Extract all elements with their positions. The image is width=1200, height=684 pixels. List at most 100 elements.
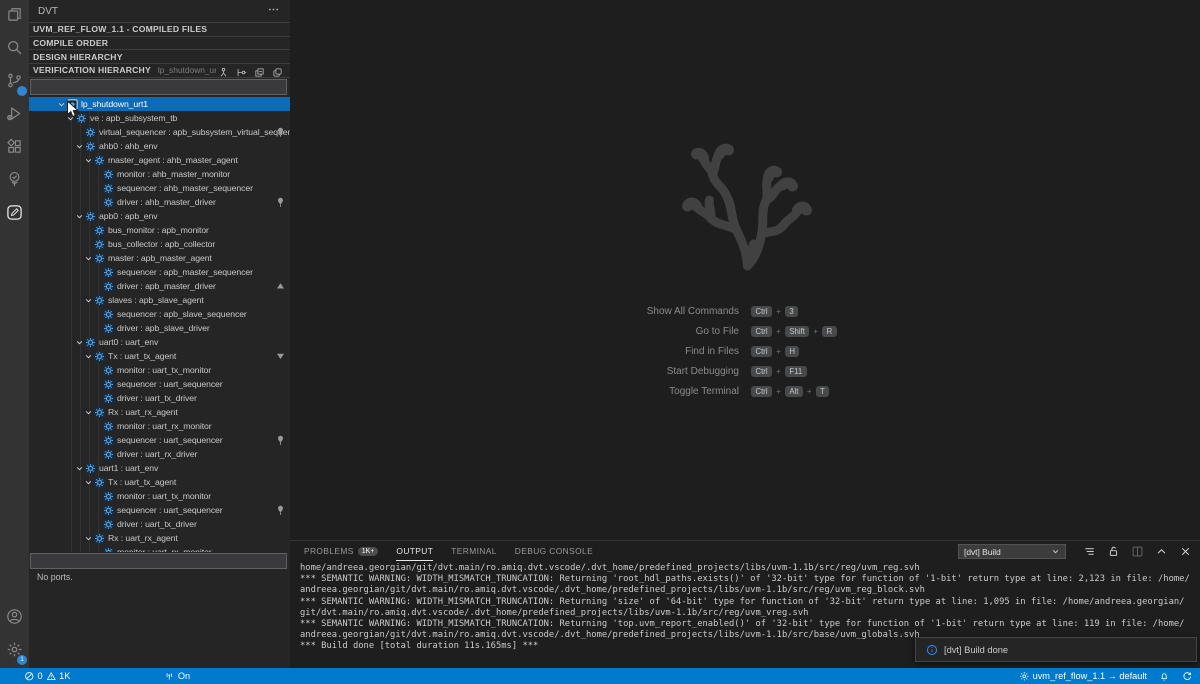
tree-item-label: uart1 : uart_env bbox=[99, 463, 158, 473]
tree-item-slaves[interactable]: slaves : apb_slave_agent bbox=[29, 293, 290, 307]
stack-icon[interactable] bbox=[272, 65, 283, 76]
tree-item-sequencer[interactable]: sequencer : uart_sequencer bbox=[29, 433, 290, 447]
activity-settings[interactable]: 1 bbox=[0, 635, 29, 668]
tree-item-sequencer[interactable]: sequencer : ahb_master_sequencer bbox=[29, 181, 290, 195]
tree-item-master_agent[interactable]: master_agent : ahb_master_agent bbox=[29, 153, 290, 167]
activity-dvt-tools[interactable] bbox=[0, 165, 29, 198]
tree-item-master[interactable]: master : apb_master_agent bbox=[29, 251, 290, 265]
triangle-up-icon[interactable] bbox=[276, 281, 285, 291]
account-icon bbox=[6, 608, 23, 630]
bell-icon[interactable] bbox=[1159, 671, 1170, 682]
chevron-down-icon[interactable] bbox=[84, 533, 94, 543]
tree-item-Rx[interactable]: Rx : uart_rx_agent bbox=[29, 405, 290, 419]
tree-item-driver[interactable]: driver : uart_tx_driver bbox=[29, 517, 290, 531]
activity-extensions[interactable] bbox=[0, 132, 29, 165]
keybinding-key: H bbox=[785, 346, 800, 357]
component-icon bbox=[103, 505, 114, 516]
tree-item-label: slaves : apb_slave_agent bbox=[108, 295, 204, 305]
tree-item-ve[interactable]: ve : apb_subsystem_tb bbox=[29, 111, 290, 125]
tree-item-ahb0[interactable]: ahb0 : ahb_env bbox=[29, 139, 290, 153]
tree-item-uart0[interactable]: uart0 : uart_env bbox=[29, 335, 290, 349]
tree-item-monitor[interactable]: monitor : uart_tx_monitor bbox=[29, 363, 290, 377]
notification-text: [dvt] Build done bbox=[944, 645, 1008, 655]
chevron-down-icon[interactable] bbox=[84, 155, 94, 165]
tab-label: DEBUG CONSOLE bbox=[515, 546, 593, 556]
unlock-scroll-icon[interactable] bbox=[1107, 545, 1120, 558]
pin-icon[interactable] bbox=[276, 127, 285, 137]
chevron-down-icon[interactable] bbox=[75, 141, 85, 151]
chevron-down-icon[interactable] bbox=[66, 113, 76, 123]
tree-item-Rx[interactable]: Rx : uart_rx_agent bbox=[29, 531, 290, 545]
tree-item-driver[interactable]: driver : uart_rx_driver bbox=[29, 447, 290, 461]
tree-item-sequencer[interactable]: sequencer : apb_slave_sequencer bbox=[29, 307, 290, 321]
chevron-down-icon[interactable] bbox=[84, 253, 94, 263]
open-in-editor-icon[interactable] bbox=[1131, 545, 1144, 558]
dvt-engine-status[interactable]: On bbox=[164, 671, 190, 682]
ports-filter-input[interactable] bbox=[30, 553, 287, 569]
close-panel-icon[interactable] bbox=[1179, 545, 1192, 558]
tree-item-sequencer[interactable]: sequencer : apb_master_sequencer bbox=[29, 265, 290, 279]
hierarchy-filter-input[interactable] bbox=[30, 79, 287, 95]
activity-account[interactable] bbox=[0, 602, 29, 635]
tree-item-label: sequencer : uart_sequencer bbox=[117, 379, 223, 389]
hierarchy-icon[interactable] bbox=[218, 65, 229, 76]
tree-item-lp_shutdown_urt1[interactable]: lp_shutdown_urt1 bbox=[29, 97, 290, 111]
chevron-down-icon[interactable] bbox=[75, 463, 85, 473]
tab-problems[interactable]: PROBLEMS1K+ bbox=[304, 542, 378, 561]
clear-output-icon[interactable] bbox=[1083, 545, 1096, 558]
activity-dvt-edit[interactable] bbox=[0, 198, 29, 231]
tree-item-Tx[interactable]: Tx : uart_tx_agent bbox=[29, 475, 290, 489]
tree-item-monitor[interactable]: monitor : ahb_master_monitor bbox=[29, 167, 290, 181]
section-uvm-ref-flow-1-1-compiled-files[interactable]: UVM_REF_FLOW_1.1 - COMPILED FILES bbox=[29, 23, 290, 37]
chevron-down-icon[interactable] bbox=[75, 337, 85, 347]
triangle-down-icon[interactable] bbox=[276, 351, 285, 361]
section-design-hierarchy[interactable]: DESIGN HIERARCHY bbox=[29, 50, 290, 64]
tree-item-monitor[interactable]: monitor : uart_rx_monitor bbox=[29, 545, 290, 552]
tree-item-driver[interactable]: driver : apb_master_driver bbox=[29, 279, 290, 293]
pin-icon[interactable] bbox=[276, 435, 285, 445]
pin-icon[interactable] bbox=[276, 505, 285, 515]
tab-output[interactable]: OUTPUT bbox=[396, 542, 433, 561]
chevron-down-icon[interactable] bbox=[75, 211, 85, 221]
pin-icon[interactable] bbox=[276, 197, 285, 207]
chevron-down-icon[interactable] bbox=[84, 295, 94, 305]
more-actions-icon[interactable] bbox=[267, 3, 280, 19]
chevron-down-icon[interactable] bbox=[57, 99, 67, 109]
tab-debug-console[interactable]: DEBUG CONSOLE bbox=[515, 542, 593, 561]
section-verification-hierarchy[interactable]: VERIFICATION HIERARCHYlp_shutdown_urt1 bbox=[29, 64, 290, 78]
chevron-down-icon[interactable] bbox=[84, 407, 94, 417]
tree-item-monitor[interactable]: monitor : uart_rx_monitor bbox=[29, 419, 290, 433]
tree-item-apb0[interactable]: apb0 : apb_env bbox=[29, 209, 290, 223]
tree-item-sequencer[interactable]: sequencer : uart_sequencer bbox=[29, 503, 290, 517]
trace-icon[interactable] bbox=[236, 65, 247, 76]
tree-item-label: bus_monitor : apb_monitor bbox=[108, 225, 209, 235]
project-status[interactable]: uvm_ref_flow_1.1 → default bbox=[1019, 671, 1147, 682]
maximize-panel-icon[interactable] bbox=[1155, 545, 1168, 558]
tree-item-Tx[interactable]: Tx : uart_tx_agent bbox=[29, 349, 290, 363]
tree-item-driver[interactable]: driver : uart_tx_driver bbox=[29, 391, 290, 405]
tree-item-uart1[interactable]: uart1 : uart_env bbox=[29, 461, 290, 475]
tree-item-bus_monitor[interactable]: bus_monitor : apb_monitor bbox=[29, 223, 290, 237]
tree-item-monitor[interactable]: monitor : uart_tx_monitor bbox=[29, 489, 290, 503]
activity-explorer[interactable] bbox=[0, 0, 29, 33]
collapse-all-icon[interactable] bbox=[254, 65, 265, 76]
tree-item-bus_collector[interactable]: bus_collector : apb_collector bbox=[29, 237, 290, 251]
project-label: uvm_ref_flow_1.1 → default bbox=[1033, 671, 1147, 681]
tree-item-virtual_sequencer[interactable]: virtual_sequencer : apb_subsystem_virtua… bbox=[29, 125, 290, 139]
chevron-down-icon[interactable] bbox=[84, 477, 94, 487]
section-compile-order[interactable]: COMPILE ORDER bbox=[29, 37, 290, 51]
tab-terminal[interactable]: TERMINAL bbox=[451, 542, 497, 561]
chevron-down-icon[interactable] bbox=[84, 351, 94, 361]
chevron-down-icon bbox=[1051, 547, 1060, 556]
tree-item-sequencer[interactable]: sequencer : uart_sequencer bbox=[29, 377, 290, 391]
problems-status[interactable]: 0 1K bbox=[24, 671, 70, 682]
tree-item-driver[interactable]: driver : apb_slave_driver bbox=[29, 321, 290, 335]
activity-search[interactable] bbox=[0, 33, 29, 66]
notification-toast[interactable]: [dvt] Build done bbox=[915, 637, 1197, 662]
tree-item-driver[interactable]: driver : ahb_master_driver bbox=[29, 195, 290, 209]
component-icon bbox=[85, 337, 96, 348]
activity-run-debug[interactable] bbox=[0, 99, 29, 132]
activity-source-control[interactable] bbox=[0, 66, 29, 99]
output-channel-select[interactable]: [dvt] Build bbox=[958, 544, 1066, 559]
refresh-icon[interactable] bbox=[1182, 671, 1193, 682]
